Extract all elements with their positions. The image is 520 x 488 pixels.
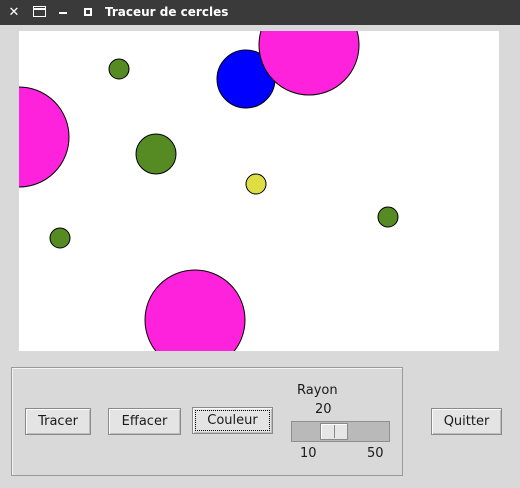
circle-6 — [245, 173, 267, 195]
app-window: ✕ Traceur de cercles Tracer Effacer Coul… — [0, 0, 520, 488]
couleur-button[interactable]: Couleur — [192, 407, 273, 434]
slider-min-label: 10 — [300, 446, 317, 461]
circle-layer — [19, 31, 399, 351]
rayon-value: 20 — [315, 402, 332, 417]
circle-7 — [377, 206, 399, 228]
rayon-slider[interactable] — [291, 421, 390, 442]
circle-9 — [144, 269, 246, 351]
slider-max-label: 50 — [367, 446, 384, 461]
title-bar: ✕ Traceur de cercles — [0, 0, 520, 25]
effacer-button[interactable]: Effacer — [108, 408, 181, 435]
maximize-icon[interactable] — [84, 8, 92, 16]
circle-1 — [108, 58, 130, 80]
close-icon[interactable]: ✕ — [7, 0, 21, 25]
drawing-canvas[interactable] — [19, 31, 499, 351]
minimize-icon[interactable] — [59, 12, 67, 14]
circle-4 — [19, 86, 70, 188]
circle-5 — [135, 133, 177, 175]
quitter-button[interactable]: Quitter — [431, 408, 502, 435]
slider-thumb[interactable] — [320, 423, 349, 440]
window-title: Traceur de cercles — [105, 5, 229, 19]
window-menu-icon[interactable] — [33, 6, 46, 17]
rayon-label: Rayon — [297, 383, 338, 398]
tracer-button[interactable]: Tracer — [25, 408, 91, 435]
circle-8 — [49, 227, 71, 249]
